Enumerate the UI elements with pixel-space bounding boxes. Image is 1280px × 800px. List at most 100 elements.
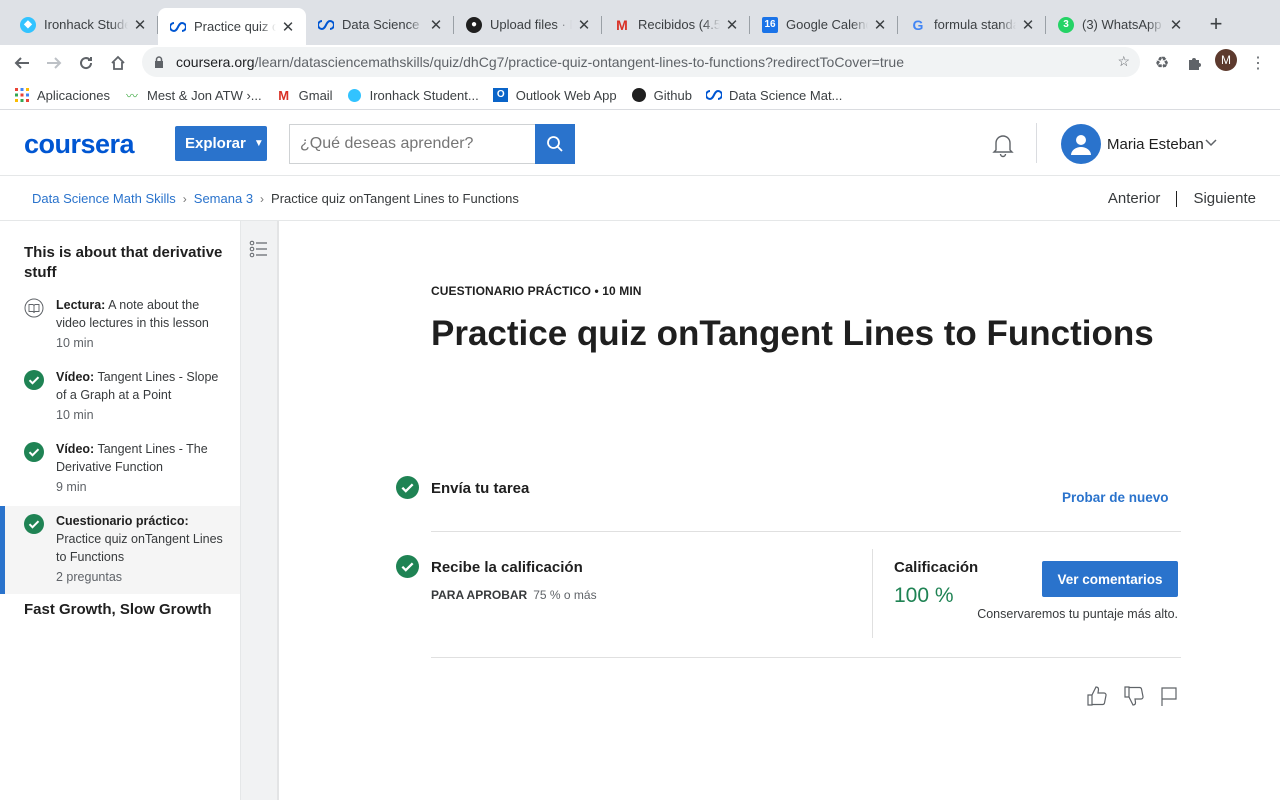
- coursera-icon: [705, 87, 722, 103]
- sidebar-item-video-2[interactable]: Vídeo: Tangent Lines - The Derivative Fu…: [0, 440, 240, 496]
- user-avatar[interactable]: [1061, 124, 1101, 164]
- recycle-extension-icon[interactable]: ♻: [1150, 51, 1174, 75]
- calendar-icon: 16: [762, 16, 778, 33]
- previous-button[interactable]: Anterior: [1108, 190, 1161, 207]
- check-circle-icon: [396, 555, 419, 578]
- bookmark-label: Gmail: [298, 87, 333, 103]
- bookmark-outlook[interactable]: O Outlook Web App: [493, 87, 617, 103]
- profile-avatar[interactable]: M: [1215, 49, 1237, 71]
- close-icon[interactable]: ✕: [576, 16, 592, 34]
- tab-label: Ironhack Student Portal: [44, 17, 128, 32]
- notifications-bell-icon[interactable]: [989, 131, 1017, 159]
- breadcrumb: Data Science Math Skills › Semana 3 › Pr…: [32, 191, 519, 206]
- item-duration: 2 preguntas: [56, 570, 123, 584]
- sidebar-item-reading[interactable]: Lectura: A note about the video lectures…: [0, 296, 240, 352]
- close-icon[interactable]: ✕: [280, 18, 296, 36]
- breadcrumb-week[interactable]: Semana 3: [194, 191, 253, 206]
- url-path: /learn/datasciencemathskills/quiz/dhCg7/…: [254, 54, 904, 70]
- new-tab-button[interactable]: +: [1204, 12, 1228, 36]
- bookmark-ironhack[interactable]: Ironhack Student...: [347, 87, 479, 103]
- close-icon[interactable]: ✕: [1168, 16, 1184, 34]
- apps-grid-icon: [14, 87, 30, 103]
- tab-github-upload[interactable]: ● Upload files · MariaEsteban ✕: [454, 8, 602, 41]
- pass-requirement: PARA APROBAR 75 % o más: [431, 588, 597, 602]
- ironhack-icon: [347, 87, 363, 103]
- bookmark-label: Data Science Mat...: [728, 87, 843, 103]
- tab-google-search[interactable]: G formula standard deviation ✕: [898, 8, 1046, 41]
- breadcrumb-current: Practice quiz onTangent Lines to Functio…: [271, 191, 519, 206]
- gmail-icon: M: [616, 16, 628, 33]
- close-icon[interactable]: ✕: [1020, 16, 1036, 34]
- coursera-icon: [170, 19, 186, 35]
- lock-icon: [152, 55, 166, 69]
- divider: [431, 657, 1181, 658]
- retry-button[interactable]: Probar de nuevo: [1062, 490, 1169, 505]
- explore-button[interactable]: Explorar ▼: [175, 126, 267, 161]
- google-icon: G: [912, 16, 924, 33]
- flag-icon[interactable]: [1158, 685, 1180, 707]
- bookmark-apps[interactable]: Aplicaciones: [14, 87, 110, 103]
- next-button[interactable]: Siguiente: [1193, 190, 1256, 207]
- coursera-logo[interactable]: coursera: [24, 129, 135, 160]
- close-icon[interactable]: ✕: [132, 16, 148, 34]
- thumbs-up-icon[interactable]: [1086, 685, 1108, 707]
- outlook-icon: O: [493, 87, 509, 103]
- bookmark-github[interactable]: Github: [631, 87, 692, 103]
- sidebar-item-video-1[interactable]: Vídeo: Tangent Lines - Slope of a Graph …: [0, 368, 240, 424]
- grade-value: 100 %: [894, 584, 954, 607]
- bookmarks-bar: Aplicaciones 〰 Mest & Jon ATW ›... M Gma…: [0, 81, 1280, 110]
- home-button[interactable]: [104, 49, 132, 77]
- tab-data-science[interactable]: Data Science Math Skills ✕: [306, 8, 454, 41]
- bookmark-star-icon[interactable]: ☆: [1117, 53, 1130, 70]
- close-icon[interactable]: ✕: [428, 16, 444, 34]
- gmail-icon: M: [278, 87, 290, 103]
- pass-label: PARA APROBAR: [431, 588, 528, 602]
- item-type: Vídeo:: [56, 370, 95, 384]
- menu-dots-icon[interactable]: ⋮: [1246, 51, 1270, 75]
- list-outline-icon[interactable]: [249, 239, 269, 259]
- chevron-down-icon[interactable]: [1205, 136, 1217, 150]
- check-circle-icon: [396, 476, 419, 499]
- bookmark-mest-jon[interactable]: 〰 Mest & Jon ATW ›...: [124, 87, 262, 103]
- module-title: This is about that derivative stuff: [24, 244, 223, 281]
- item-duration: 10 min: [56, 336, 94, 350]
- coursera-icon: [318, 17, 334, 33]
- sidebar-item-practice-quiz[interactable]: Cuestionario práctico: Practice quiz onT…: [0, 506, 240, 594]
- tab-label: (3) WhatsApp: [1082, 17, 1162, 32]
- bookmark-label: Outlook Web App: [515, 87, 617, 103]
- tab-label: Google Calendar: [786, 17, 868, 32]
- extensions-puzzle-icon[interactable]: [1182, 51, 1206, 75]
- breadcrumb-course[interactable]: Data Science Math Skills: [32, 191, 176, 206]
- chevron-right-icon: ›: [260, 191, 265, 206]
- tab-ironhack[interactable]: ◆ Ironhack Student Portal ✕: [8, 8, 158, 41]
- forward-button[interactable]: [40, 49, 68, 77]
- user-name[interactable]: Maria Esteban: [1107, 136, 1204, 153]
- reload-icon: [80, 57, 93, 70]
- back-button[interactable]: [8, 49, 36, 77]
- module-title-next[interactable]: Fast Growth, Slow Growth: [24, 601, 212, 618]
- bookmark-data-science[interactable]: Data Science Mat...: [705, 87, 843, 103]
- search-input[interactable]: ¿Qué deseas aprender?: [289, 124, 535, 164]
- address-bar[interactable]: coursera.org/learn/datasciencemathskills…: [142, 47, 1140, 77]
- tab-whatsapp[interactable]: 3 (3) WhatsApp ✕: [1046, 8, 1194, 41]
- close-icon[interactable]: ✕: [872, 16, 888, 34]
- bookmark-label: Aplicaciones: [37, 87, 110, 103]
- search-button[interactable]: [535, 124, 575, 164]
- tab-google-calendar[interactable]: 16 Google Calendar ✕: [750, 8, 898, 41]
- tab-label: Practice quiz onTangent Lines to Functio…: [194, 19, 276, 34]
- item-type: Cuestionario práctico:: [56, 514, 189, 528]
- bookmark-label: Github: [653, 87, 692, 103]
- tab-label: Data Science Math Skills: [342, 17, 424, 32]
- submit-step-label: Envía tu tarea: [431, 480, 530, 497]
- close-icon[interactable]: ✕: [724, 16, 740, 34]
- check-circle-icon: [24, 514, 44, 534]
- tab-gmail[interactable]: M Recibidos (4.550) ✕: [602, 8, 750, 41]
- tab-practice-quiz[interactable]: Practice quiz onTangent Lines to Functio…: [158, 8, 306, 45]
- view-feedback-button[interactable]: Ver comentarios: [1042, 561, 1178, 597]
- reload-button[interactable]: [72, 49, 100, 77]
- bookmark-gmail[interactable]: M Gmail: [276, 87, 333, 103]
- quiz-kicker: CUESTIONARIO PRÁCTICO • 10 MIN: [431, 284, 642, 298]
- thumbs-down-icon[interactable]: [1123, 685, 1145, 707]
- course-sidebar: This is about that derivative stuff Lect…: [0, 221, 241, 800]
- search-icon: [547, 136, 563, 152]
